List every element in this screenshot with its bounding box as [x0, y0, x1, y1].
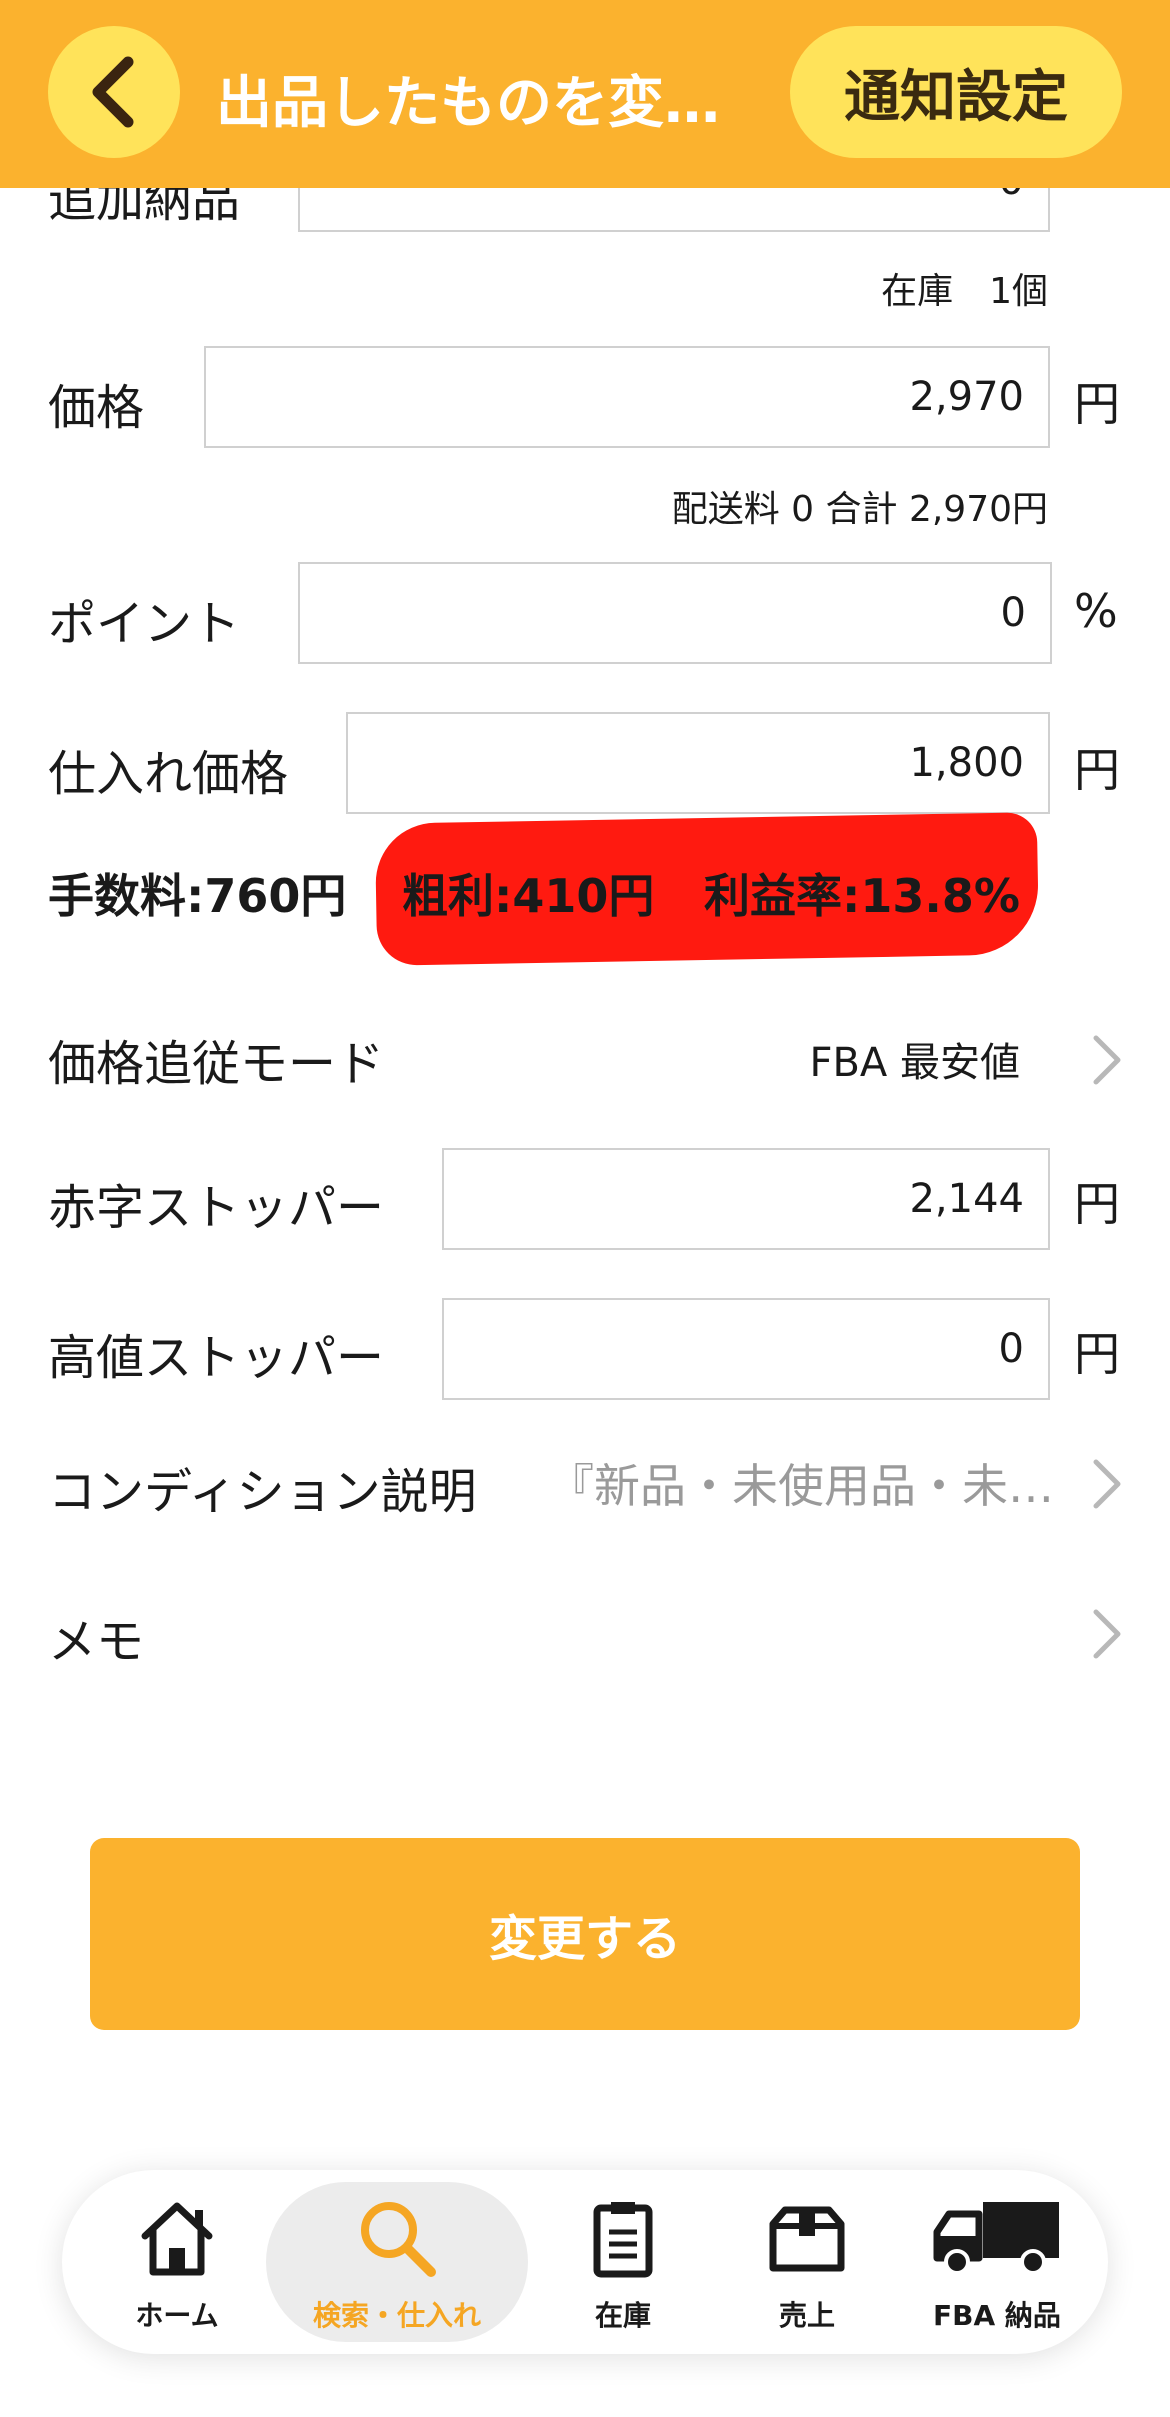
loss-stopper-label: 赤字ストッパー — [48, 1180, 385, 1236]
chevron-right-icon — [1093, 1035, 1121, 1085]
condition-value: 『新品・未使用品・未… — [548, 1459, 1054, 1513]
tab-fba-delivery[interactable]: FBA 納品 — [902, 2170, 1092, 2354]
high-stopper-field[interactable] — [442, 1298, 1050, 1400]
clipboard-icon — [593, 2202, 653, 2278]
box-icon — [769, 2206, 845, 2272]
high-stopper-unit: 円 — [1074, 1327, 1120, 1381]
condition-row[interactable]: コンディション説明 『新品・未使用品・未… — [0, 1428, 1170, 1538]
price-label: 価格 — [48, 380, 145, 436]
condition-label: コンディション説明 — [48, 1464, 477, 1520]
back-button[interactable] — [48, 26, 180, 158]
truck-icon — [933, 2202, 1059, 2275]
purchase-price-field[interactable] — [346, 712, 1050, 814]
fee-text: 手数料:760円 — [48, 869, 347, 923]
page-title: 出品したものを変… — [216, 71, 720, 136]
point-input[interactable] — [300, 564, 1050, 662]
chevron-left-icon — [92, 56, 134, 128]
point-field[interactable] — [298, 562, 1052, 664]
purchase-price-unit: 円 — [1074, 743, 1120, 797]
stock-note: 在庫 1個 — [881, 271, 1048, 312]
submit-change-button[interactable]: 変更する — [90, 1838, 1080, 2030]
tab-sales-label: 売上 — [778, 2299, 835, 2332]
loss-stopper-field[interactable] — [442, 1148, 1050, 1250]
notification-settings-button[interactable]: 通知設定 — [790, 26, 1122, 158]
tab-sales[interactable]: 売上 — [722, 2170, 892, 2354]
fee-summary: 手数料:760円 粗利:410円 利益率:13.8% — [48, 812, 1128, 966]
price-mode-label: 価格追従モード — [48, 1036, 385, 1092]
tab-search-label: 検索・仕入れ — [312, 2299, 481, 2332]
tab-home[interactable]: ホーム — [82, 2170, 272, 2354]
price-total-note: 配送料 0 合計 2,970円 — [671, 489, 1048, 530]
tab-search-purchase[interactable]: 検索・仕入れ — [266, 2170, 528, 2354]
point-unit: % — [1074, 584, 1118, 638]
tab-inventory-label: 在庫 — [594, 2299, 651, 2332]
price-input[interactable] — [206, 348, 1048, 446]
bottom-tab-bar: ホーム 検索・仕入れ 在庫 売上 FBA 納品 — [62, 2170, 1108, 2354]
chevron-right-icon — [1093, 1459, 1121, 1509]
tab-fba-label: FBA 納品 — [933, 2299, 1061, 2332]
chevron-right-icon — [1093, 1609, 1121, 1659]
price-unit: 円 — [1074, 377, 1120, 431]
loss-stopper-input[interactable] — [444, 1150, 1048, 1248]
price-field[interactable] — [204, 346, 1050, 448]
gross-profit-text: 粗利:410円 — [402, 869, 655, 923]
tab-home-label: ホーム — [135, 2299, 219, 2332]
header-bar: 出品したものを変… 通知設定 — [0, 0, 1170, 188]
price-mode-value: FBA 最安値 — [809, 1040, 1020, 1086]
point-label: ポイント — [48, 596, 241, 652]
price-mode-row[interactable]: 価格追従モード FBA 最安値 — [0, 1004, 1170, 1114]
purchase-price-input[interactable] — [348, 714, 1048, 812]
memo-label: メモ — [48, 1614, 145, 1670]
loss-stopper-unit: 円 — [1074, 1177, 1120, 1231]
high-stopper-input[interactable] — [444, 1300, 1048, 1398]
purchase-price-label: 仕入れ価格 — [48, 746, 289, 802]
high-stopper-label: 高値ストッパー — [48, 1330, 385, 1386]
tab-inventory[interactable]: 在庫 — [538, 2170, 708, 2354]
home-icon — [141, 2202, 213, 2276]
profit-rate-text: 利益率:13.8% — [704, 869, 1020, 923]
search-icon — [361, 2202, 436, 2277]
memo-row[interactable]: メモ — [0, 1578, 1170, 1688]
